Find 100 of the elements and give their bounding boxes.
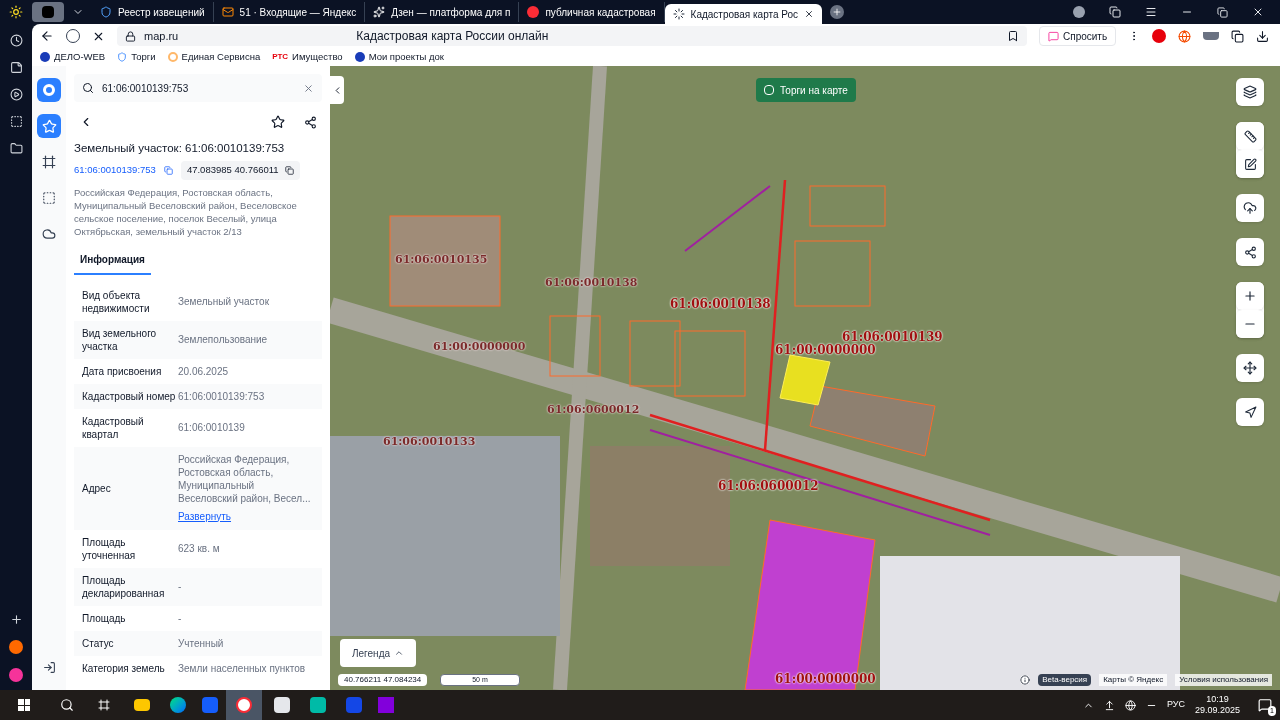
layers-icon bbox=[1243, 85, 1257, 99]
bookmark-item[interactable]: Торги bbox=[117, 49, 156, 65]
sun-logo-icon[interactable] bbox=[9, 5, 23, 19]
bookmark-item[interactable]: РТС Имущество bbox=[272, 49, 343, 65]
clock[interactable]: 10:19 29.09.2025 bbox=[1194, 694, 1240, 716]
bookmark-item[interactable]: ДЕЛО-WEB bbox=[40, 49, 106, 65]
legend-button[interactable]: Легенда bbox=[340, 639, 417, 667]
move-button[interactable] bbox=[1236, 354, 1264, 382]
cloud-upload-icon bbox=[1243, 201, 1257, 215]
ask-button[interactable]: Спросить bbox=[1039, 26, 1117, 46]
edit-button[interactable] bbox=[1236, 150, 1264, 178]
trade-map-button[interactable]: Торги на карте bbox=[756, 78, 856, 102]
row-value: 623 кв. м bbox=[178, 542, 220, 555]
bookmark-item[interactable]: Единая Сервисна bbox=[167, 49, 261, 65]
share-icon bbox=[1243, 245, 1257, 259]
expand-link[interactable]: Развернуть bbox=[178, 508, 314, 524]
cadastral-label: 61:00:0000000 bbox=[433, 339, 526, 355]
row-label: Вид объекта недвижимости bbox=[82, 288, 151, 315]
task-view-icon[interactable] bbox=[98, 699, 110, 711]
folder-icon[interactable] bbox=[9, 142, 23, 155]
url-text: map.ru bbox=[144, 28, 179, 44]
parcel-address: Российская Федерация, Ростовская область, Муниципальный Веселовский район, Веселовское сельское поселение, поселок Веселый, улица Октябрьская, земельный участок 2/13 bbox=[74, 185, 298, 238]
network-icon[interactable] bbox=[1124, 699, 1136, 711]
clear-icon[interactable] bbox=[303, 82, 314, 94]
search-field[interactable]: 61:06:0010139:753 bbox=[74, 74, 322, 102]
row-label: Статус bbox=[82, 636, 115, 650]
info-icon[interactable] bbox=[1020, 675, 1031, 685]
file-explorer-icon[interactable] bbox=[134, 699, 150, 711]
square-icon[interactable] bbox=[9, 115, 23, 128]
row-label: Вид земельного участка bbox=[82, 326, 158, 353]
app-logo-icon[interactable] bbox=[37, 78, 61, 102]
lock-icon bbox=[125, 30, 136, 42]
play-icon[interactable] bbox=[9, 88, 23, 101]
row-value: Земли населенных пунктов bbox=[178, 661, 306, 675]
ruler-button[interactable] bbox=[1236, 122, 1264, 150]
loading-icon bbox=[672, 8, 685, 20]
login-icon[interactable] bbox=[42, 661, 56, 674]
row-value: 61:06:0010139 bbox=[178, 421, 245, 434]
circle-logo-icon bbox=[527, 6, 540, 18]
avatar-icon[interactable] bbox=[1073, 6, 1085, 18]
browser-tab[interactable]: Реестр извещений bbox=[92, 2, 214, 22]
row-label: Площадь уточненная bbox=[82, 535, 137, 562]
bookmark-icon[interactable] bbox=[1007, 30, 1019, 42]
menu-icon[interactable] bbox=[1145, 6, 1157, 18]
beta-badge: Beta-версия bbox=[1038, 674, 1092, 686]
row-label: Категория земель bbox=[82, 661, 166, 675]
zoom-out-button[interactable] bbox=[1236, 310, 1264, 338]
row-value: Землепользование bbox=[178, 333, 268, 346]
download-icon[interactable] bbox=[1256, 29, 1270, 43]
notes-icon[interactable] bbox=[9, 61, 23, 74]
row-value: - bbox=[178, 611, 182, 625]
notifications-icon[interactable] bbox=[1258, 698, 1272, 712]
emblem-icon bbox=[100, 6, 112, 18]
back-icon[interactable] bbox=[40, 29, 54, 43]
star-icon bbox=[41, 118, 57, 134]
extensions-icon[interactable] bbox=[1231, 29, 1245, 43]
row-label: Площадь bbox=[82, 611, 127, 625]
ruler-icon bbox=[1243, 129, 1257, 143]
locate-button[interactable] bbox=[1236, 398, 1264, 426]
ring-icon bbox=[43, 84, 55, 96]
sparkle-icon bbox=[373, 6, 386, 18]
close-tab-icon[interactable] bbox=[804, 9, 815, 19]
browser-tab[interactable]: Кадастровая карта Рос bbox=[664, 4, 823, 24]
upload-button[interactable] bbox=[1236, 194, 1264, 222]
navigation-arrow-icon bbox=[1243, 405, 1257, 419]
tray-app-icon[interactable] bbox=[1103, 699, 1115, 711]
circle-app-icon[interactable] bbox=[9, 668, 23, 682]
parcel-title: Земельный участок: 61:06:0010139:753 bbox=[74, 141, 286, 156]
language-indicator[interactable]: РУС bbox=[1166, 698, 1185, 712]
share-button[interactable] bbox=[1236, 238, 1264, 266]
logo-text: РТС bbox=[272, 51, 289, 63]
address-bar[interactable]: map.ru Кадастровая карта России онлайн bbox=[117, 26, 1027, 46]
bookmark-item[interactable]: Мои проекты док bbox=[354, 49, 444, 65]
row-label: Адрес bbox=[82, 481, 112, 495]
cadastral-link[interactable]: 61:06:0010139:753 bbox=[74, 163, 156, 178]
zoom-in-button[interactable] bbox=[1236, 282, 1264, 310]
row-label: Площадь декларированная bbox=[82, 573, 166, 600]
copy-icon[interactable] bbox=[284, 165, 294, 175]
terms-link[interactable]: Условия использования bbox=[1175, 674, 1272, 686]
profile-button[interactable] bbox=[32, 2, 64, 22]
add-icon[interactable] bbox=[9, 613, 23, 626]
browser-tab[interactable]: Дзен — платформа для п bbox=[365, 2, 520, 22]
restore-icon[interactable] bbox=[1217, 6, 1228, 18]
circle-app-icon[interactable] bbox=[9, 640, 23, 654]
close-window-icon[interactable] bbox=[1252, 6, 1264, 18]
page-title: Кадастровая карта России онлайн bbox=[356, 28, 549, 45]
row-label: Кадастровый квартал bbox=[82, 414, 145, 441]
windows-start-icon[interactable] bbox=[18, 699, 30, 711]
search-icon[interactable] bbox=[60, 698, 74, 712]
collections-icon[interactable] bbox=[1109, 6, 1121, 18]
browser-tab[interactable]: 51 · Входящие — Яндекс bbox=[213, 2, 366, 22]
history-icon[interactable] bbox=[9, 34, 23, 47]
row-value: 20.06.2025 bbox=[178, 364, 229, 378]
layers-button[interactable] bbox=[1236, 78, 1264, 106]
cadastral-label: 61:06:0010138 bbox=[670, 296, 771, 313]
browser-tab[interactable]: публичная кадастровая bbox=[519, 2, 665, 22]
ring-icon bbox=[167, 52, 178, 62]
chat-icon bbox=[1048, 30, 1059, 42]
info-tab[interactable]: Информация bbox=[74, 245, 151, 275]
new-tab-icon[interactable] bbox=[830, 5, 845, 19]
